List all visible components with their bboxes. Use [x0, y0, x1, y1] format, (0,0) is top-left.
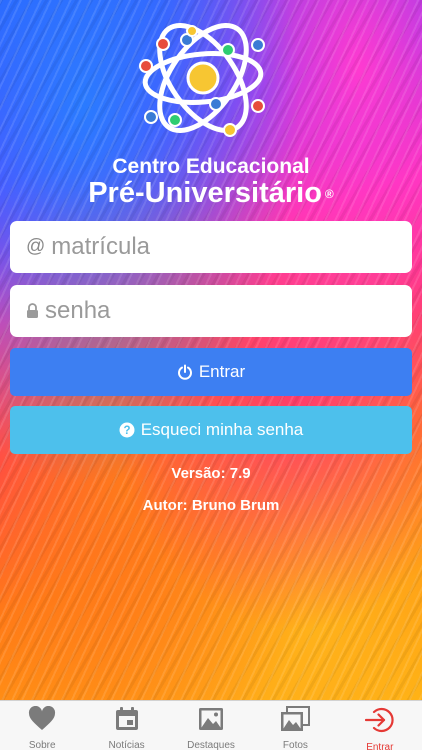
lock-icon — [26, 303, 39, 319]
tab-noticias[interactable]: Notícias — [84, 701, 168, 751]
power-icon — [177, 364, 193, 380]
matricula-field[interactable]: @ — [10, 221, 412, 273]
senha-field[interactable] — [10, 285, 412, 337]
tab-destaques-label: Destaques — [187, 740, 235, 751]
tab-sobre[interactable]: Sobre — [0, 701, 84, 751]
image-icon — [198, 706, 224, 737]
tab-destaques[interactable]: Destaques — [169, 701, 253, 751]
tab-fotos-label: Fotos — [282, 740, 308, 751]
tab-bar: Sobre Notícias Destaques Fotos Entrar — [0, 700, 422, 753]
brand-title: Centro Educacional — [112, 155, 310, 178]
photos-icon — [280, 706, 311, 737]
tab-fotos[interactable]: Fotos — [253, 701, 337, 751]
tab-entrar-label: Entrar — [366, 742, 394, 753]
entrar-button[interactable]: Entrar — [10, 348, 412, 396]
matricula-input[interactable] — [51, 233, 392, 261]
version-text: Versão: 7.9 — [171, 465, 251, 482]
registered-mark: ® — [324, 187, 334, 202]
tab-noticias-label: Notícias — [108, 740, 145, 751]
author-text: Autor: Bruno Brum — [142, 497, 280, 514]
login-icon — [364, 706, 395, 739]
entrar-button-label: Entrar — [198, 362, 246, 381]
brand-subtitle: Pré-Universitário ® — [0, 177, 422, 210]
question-icon: ? — [119, 422, 135, 438]
tab-entrar[interactable]: Entrar — [338, 701, 422, 753]
calendar-icon — [114, 706, 140, 737]
heart-icon — [28, 705, 56, 737]
tab-sobre-label: Sobre — [28, 740, 56, 751]
svg-text:?: ? — [123, 425, 130, 437]
forgot-password-button[interactable]: ? Esqueci minha senha — [10, 406, 412, 454]
at-icon: @ — [26, 236, 46, 257]
brand-subtitle-text: Pré-Universitário — [88, 177, 322, 209]
forgot-password-label: Esqueci minha senha — [140, 420, 304, 439]
senha-input[interactable] — [45, 297, 385, 325]
